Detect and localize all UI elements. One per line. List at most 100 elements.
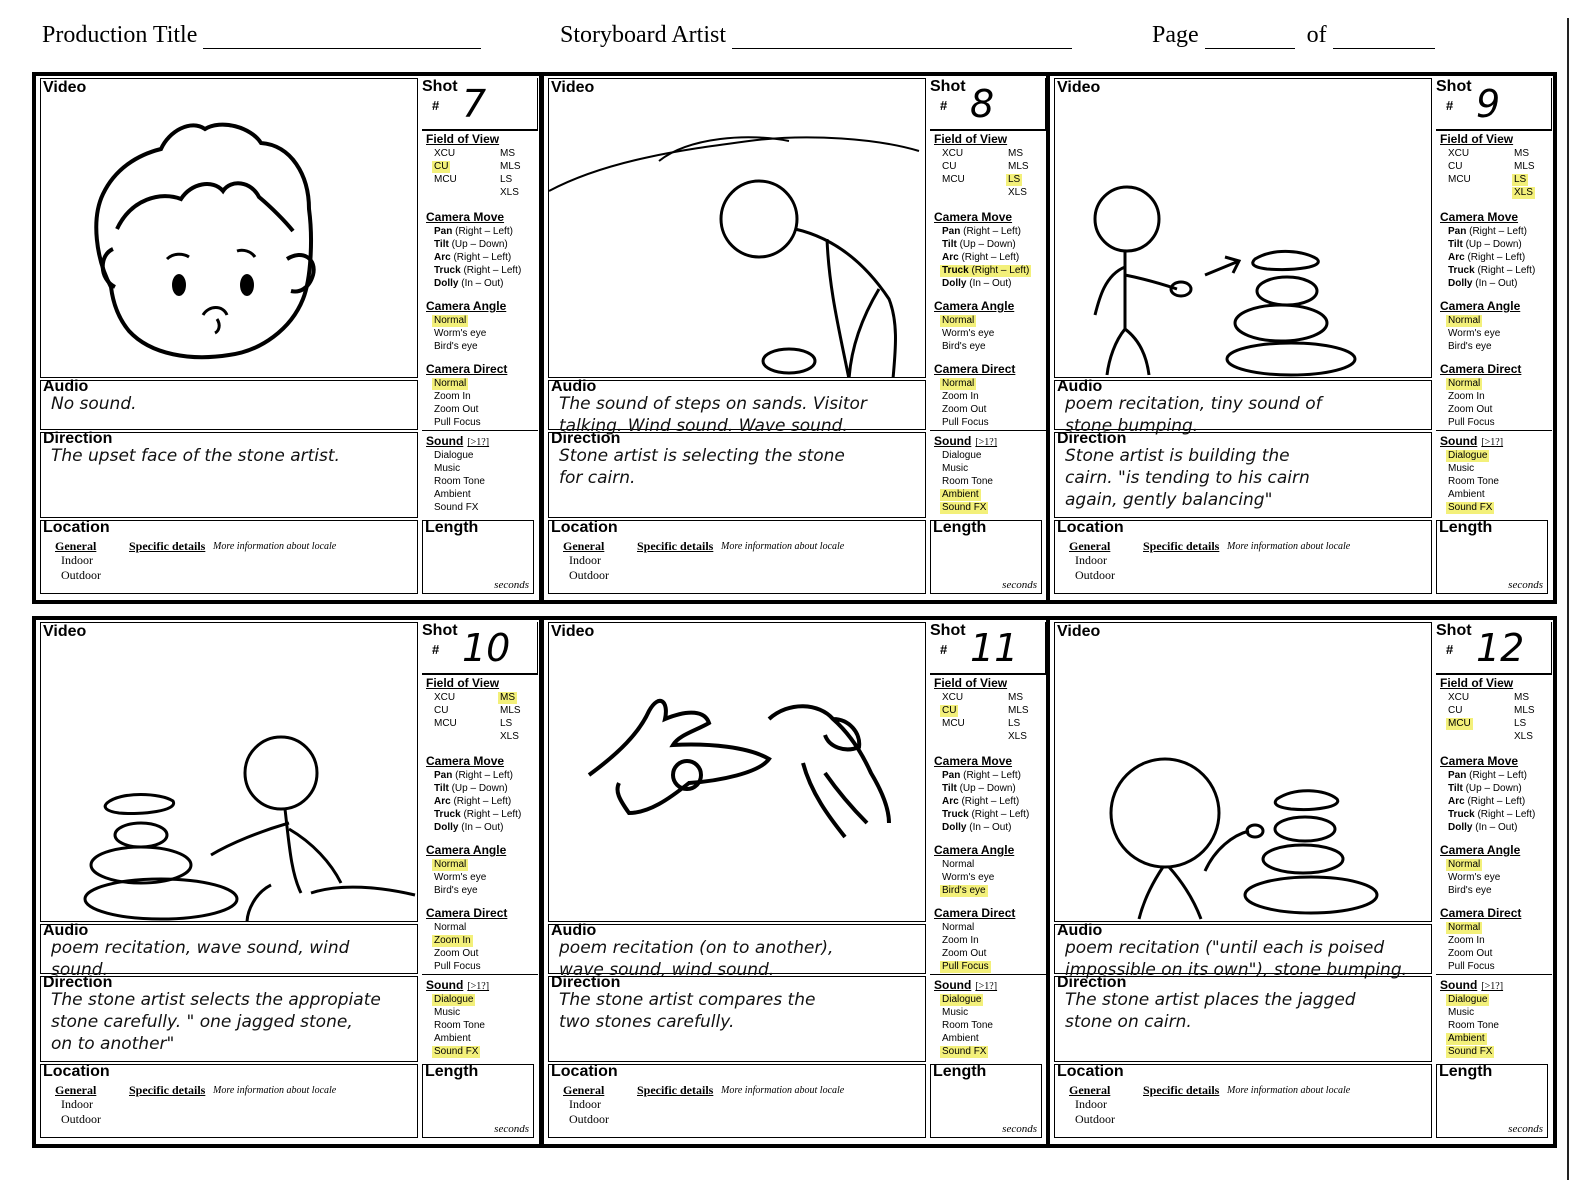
sound-option-5[interactable]: Sound FX [432,1046,481,1058]
video-frame[interactable]: Video [548,78,926,378]
camera-direct-option-3[interactable]: Zoom Out [940,404,988,416]
fov-option-cu[interactable]: CU [1446,161,1464,173]
fov-option-ms[interactable]: MS [1006,148,1025,160]
length-box[interactable]: Length seconds [930,519,1042,594]
fov-option-cu[interactable]: CU [1446,705,1464,717]
camera-move-option-5[interactable]: Dolly (In – Out) [432,822,505,834]
camera-direct-option-3[interactable]: Zoom Out [1446,404,1494,416]
camera-move-option-5[interactable]: Dolly (In – Out) [432,278,505,290]
direction-box[interactable]: Direction The upset face of the stone art… [40,430,418,518]
length-box[interactable]: Length seconds [930,1063,1042,1138]
audio-box[interactable]: Audio poem recitation, tiny sound of ston… [1054,378,1432,436]
camera-move-option-1[interactable]: Pan (Right – Left) [940,226,1023,238]
camera-angle-option-1[interactable]: Normal [432,859,469,871]
camera-direct-option-4[interactable]: Pull Focus [1446,961,1497,973]
location-box[interactable]: Location General Specific details More info… [1054,519,1432,594]
sound-option-5[interactable]: Sound FX [940,502,989,514]
direction-box[interactable]: Direction Stone artist is building the ca… [1054,430,1432,518]
camera-angle-option-2[interactable]: Worm's eye [940,328,996,340]
fov-option-ms[interactable]: MS [498,148,517,160]
direction-box[interactable]: Direction The stone artist compares the t… [548,974,926,1062]
camera-direct-option-1[interactable]: Normal [1446,378,1483,390]
camera-move-option-1[interactable]: Pan (Right – Left) [432,226,515,238]
camera-move-option-2[interactable]: Tilt (Up – Down) [940,783,1018,795]
sound-option-5[interactable]: Sound FX [432,502,480,514]
fov-option-xcu[interactable]: XCU [940,692,965,704]
camera-angle-option-3[interactable]: Bird's eye [1446,341,1494,353]
fov-option-mls[interactable]: MLS [1512,705,1537,717]
sound-option-3[interactable]: Room Tone [940,1020,995,1032]
camera-angle-option-3[interactable]: Bird's eye [940,341,988,353]
fov-option-ms[interactable]: MS [1512,148,1531,160]
camera-direct-option-3[interactable]: Zoom Out [432,404,480,416]
camera-move-option-2[interactable]: Tilt (Up – Down) [432,783,510,795]
fov-option-mcu[interactable]: MCU [1446,718,1473,730]
sound-option-2[interactable]: Music [940,463,970,475]
camera-move-option-5[interactable]: Dolly (In – Out) [1446,278,1519,290]
length-box[interactable]: Length seconds [422,519,534,594]
camera-direct-option-1[interactable]: Normal [940,378,977,390]
camera-move-option-4[interactable]: Truck (Right – Left) [1446,265,1537,277]
fov-option-mcu[interactable]: MCU [1446,174,1473,186]
sound-option-3[interactable]: Room Tone [432,1020,487,1032]
fov-option-xcu[interactable]: XCU [1446,148,1471,160]
fov-option-mls[interactable]: MLS [498,161,523,173]
location-box[interactable]: Location General Specific details More info… [548,1063,926,1138]
camera-move-option-4[interactable]: Truck (Right – Left) [940,265,1032,277]
sound-option-2[interactable]: Music [1446,463,1476,475]
sound-option-4[interactable]: Ambient [940,1033,981,1045]
fov-option-cu[interactable]: CU [432,705,450,717]
shot-number-box[interactable]: Shot #11 [930,622,1046,674]
fov-option-xcu[interactable]: XCU [432,148,457,160]
camera-direct-option-1[interactable]: Normal [940,922,976,934]
shot-number-box[interactable]: Shot #7 [422,78,538,130]
fov-option-ls[interactable]: LS [498,718,514,730]
camera-angle-option-1[interactable]: Normal [1446,315,1483,327]
camera-angle-option-1[interactable]: Normal [940,315,977,327]
camera-move-option-1[interactable]: Pan (Right – Left) [1446,770,1529,782]
fov-option-mls[interactable]: MLS [1006,161,1031,173]
fov-option-mcu[interactable]: MCU [432,718,459,730]
fov-option-ms[interactable]: MS [498,692,517,704]
sound-option-5[interactable]: Sound FX [1446,502,1495,514]
fov-option-mls[interactable]: MLS [1512,161,1537,173]
camera-move-option-1[interactable]: Pan (Right – Left) [940,770,1023,782]
camera-move-option-3[interactable]: Arc (Right – Left) [432,252,513,264]
camera-move-option-5[interactable]: Dolly (In – Out) [1446,822,1519,834]
fov-option-xls[interactable]: XLS [498,187,521,199]
page-number-field[interactable]: Page of [1152,22,1435,49]
camera-angle-option-2[interactable]: Worm's eye [1446,328,1502,340]
sound-option-2[interactable]: Music [432,1007,462,1019]
camera-angle-option-2[interactable]: Worm's eye [1446,872,1502,884]
production-title-field[interactable]: Production Title [42,22,482,49]
camera-move-option-2[interactable]: Tilt (Up – Down) [1446,783,1524,795]
sound-option-1[interactable]: Dialogue [940,450,983,462]
direction-box[interactable]: Direction Stone artist is selecting the s… [548,430,926,518]
camera-angle-option-3[interactable]: Bird's eye [1446,885,1494,897]
camera-move-option-3[interactable]: Arc (Right – Left) [940,252,1021,264]
camera-direct-option-3[interactable]: Zoom Out [432,948,480,960]
camera-move-option-3[interactable]: Arc (Right – Left) [940,796,1021,808]
camera-direct-option-2[interactable]: Zoom In [1446,935,1487,947]
fov-option-cu[interactable]: CU [940,161,958,173]
fov-option-xls[interactable]: XLS [1006,731,1029,743]
video-frame[interactable]: Video [548,622,926,922]
fov-option-xcu[interactable]: XCU [940,148,965,160]
audio-box[interactable]: Audio poem recitation, wave sound, wind s… [40,922,418,980]
camera-move-option-5[interactable]: Dolly (In – Out) [940,278,1013,290]
location-box[interactable]: Location General Specific details More info… [1054,1063,1432,1138]
camera-direct-option-4[interactable]: Pull Focus [940,961,991,973]
camera-direct-option-2[interactable]: Zoom In [1446,391,1487,403]
shot-number-box[interactable]: Shot #12 [1436,622,1552,674]
fov-option-xls[interactable]: XLS [1512,187,1535,199]
audio-box[interactable]: Audio poem recitation ("until each is poi… [1054,922,1432,980]
camera-move-option-4[interactable]: Truck (Right – Left) [940,809,1031,821]
camera-move-option-3[interactable]: Arc (Right – Left) [432,796,513,808]
fov-option-mls[interactable]: MLS [498,705,523,717]
location-box[interactable]: Location General Specific details More info… [40,519,418,594]
audio-box[interactable]: Audio The sound of steps on sands. Visito… [548,378,926,436]
sound-option-4[interactable]: Ambient [432,1033,473,1045]
direction-box[interactable]: Direction The stone artist selects the ap… [40,974,418,1062]
camera-angle-option-3[interactable]: Bird's eye [432,341,480,353]
shot-number-box[interactable]: Shot #9 [1436,78,1552,130]
